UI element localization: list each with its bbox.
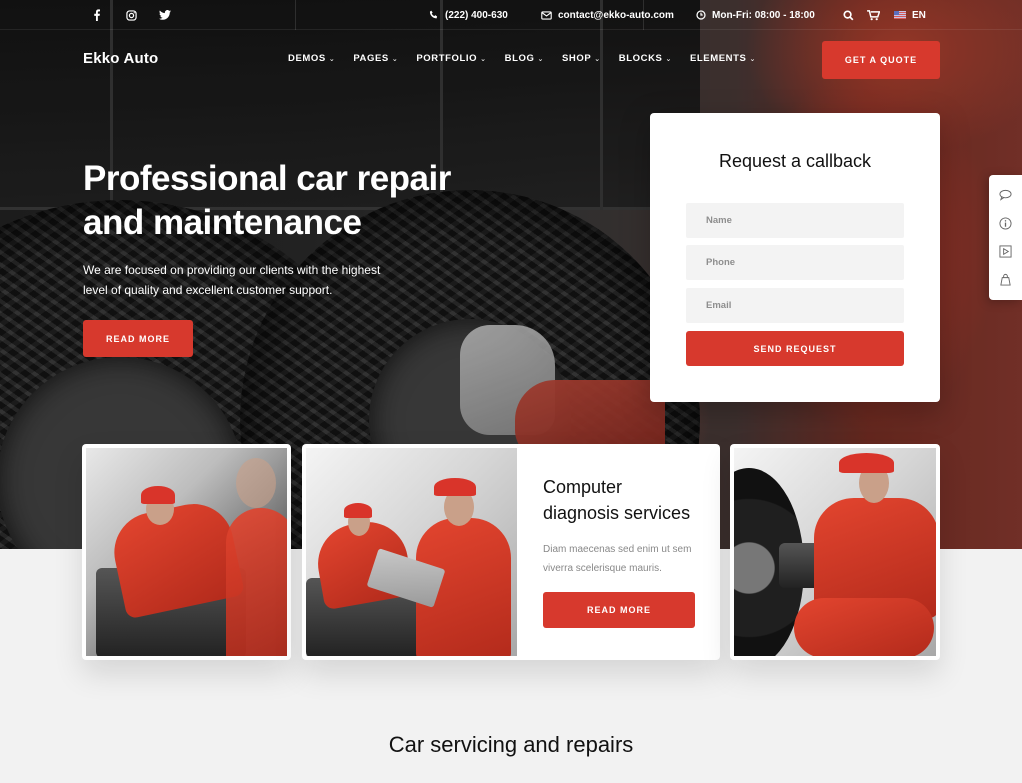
nav-item-portfolio[interactable]: PORTFOLIO ⌄ — [416, 53, 486, 64]
side-toolbar — [989, 175, 1022, 300]
chevron-down-icon: ⌄ — [594, 55, 601, 63]
card-title: Computer diagnosis services — [543, 477, 691, 523]
email-field[interactable] — [686, 288, 904, 323]
language-label: EN — [912, 9, 926, 21]
nav-label: ELEMENTS — [689, 53, 747, 64]
nav-item-elements[interactable]: ELEMENTS ⌄ — [690, 53, 756, 64]
nav-item-shop[interactable]: SHOP ⌄ — [562, 53, 601, 64]
chevron-down-icon: ⌄ — [749, 55, 756, 63]
nav-label: SHOP — [561, 53, 592, 64]
get-a-quote-button[interactable]: GET A QUOTE — [822, 41, 940, 79]
envelope-icon — [541, 10, 552, 20]
card-description: Diam maecenas sed enim ut sem viverra sc… — [543, 544, 692, 574]
service-card[interactable] — [82, 444, 291, 660]
email-address: contact@ekko-auto.com — [558, 9, 674, 21]
nav-label: DEMOS — [288, 53, 326, 64]
social-links — [88, 0, 174, 30]
chevron-down-icon: ⌄ — [328, 55, 336, 63]
shopping-bag-icon[interactable] — [997, 271, 1015, 289]
nav-item-pages[interactable]: PAGES ⌄ — [353, 53, 398, 64]
hero-title: Professional car repair and maintenance — [83, 159, 451, 242]
send-request-button[interactable]: SEND REQUEST — [686, 331, 904, 366]
instagram-icon[interactable] — [122, 6, 140, 24]
phone-contact[interactable]: (222) 400-630 — [429, 0, 508, 30]
cart-button[interactable] — [867, 0, 880, 30]
nav-label: PAGES — [353, 53, 389, 64]
top-bar: (222) 400-630 contact@ekko-auto.com Mon-… — [0, 0, 1022, 30]
twitter-icon[interactable] — [156, 6, 174, 24]
phone-icon — [429, 10, 438, 19]
nav-item-blocks[interactable]: BLOCKS ⌄ — [619, 53, 672, 64]
us-flag-icon — [894, 11, 906, 19]
nav-label: BLOG — [504, 53, 535, 64]
chat-icon[interactable] — [997, 186, 1015, 204]
nav-item-demos[interactable]: DEMOS ⌄ — [288, 53, 335, 64]
nav-label: PORTFOLIO — [416, 53, 478, 64]
chevron-down-icon: ⌄ — [480, 55, 487, 63]
nav-label: BLOCKS — [618, 53, 663, 64]
hero-subtitle: We are focused on providing our clients … — [83, 263, 381, 297]
search-icon — [843, 9, 854, 20]
info-icon[interactable] — [997, 214, 1015, 232]
email-contact[interactable]: contact@ekko-auto.com — [541, 0, 674, 30]
facebook-icon[interactable] — [88, 6, 106, 24]
chevron-down-icon: ⌄ — [537, 55, 544, 63]
cart-icon — [867, 9, 880, 20]
mechanic-wheel-photo — [734, 448, 936, 656]
hours-text: Mon-Fri: 08:00 - 18:00 — [712, 9, 815, 21]
featured-card-content: Computer diagnosis services Diam maecena… — [543, 474, 703, 578]
phone-number: (222) 400-630 — [445, 9, 508, 21]
search-button[interactable] — [843, 0, 854, 30]
divider — [295, 0, 296, 30]
callback-form-title: Request a callback — [718, 151, 872, 171]
section-title: Car servicing and repairs — [388, 732, 634, 757]
nav-item-blog[interactable]: BLOG ⌄ — [505, 53, 544, 64]
mechanic-engine-photo — [86, 448, 287, 656]
mechanic-laptop-photo — [306, 448, 517, 656]
clock-icon — [696, 10, 706, 20]
opening-hours: Mon-Fri: 08:00 - 18:00 — [696, 0, 815, 30]
chevron-down-icon: ⌄ — [665, 55, 672, 63]
hero-read-more-button[interactable]: READ MORE — [83, 320, 193, 357]
chevron-down-icon: ⌄ — [391, 55, 399, 63]
card-read-more-button[interactable]: READ MORE — [543, 592, 695, 628]
site-logo[interactable]: Ekko Auto — [83, 50, 158, 67]
video-icon[interactable] — [997, 243, 1015, 261]
language-selector[interactable]: EN — [894, 0, 926, 30]
phone-field[interactable] — [686, 245, 904, 280]
service-card[interactable] — [730, 444, 940, 660]
service-card-featured: Computer diagnosis services Diam maecena… — [302, 444, 720, 660]
name-field[interactable] — [686, 203, 904, 238]
callback-form: Request a callback SEND REQUEST — [650, 113, 940, 402]
main-nav: DEMOS ⌄ PAGES ⌄ PORTFOLIO ⌄ BLOG ⌄ SHOP ⌄ BLO… — [288, 53, 756, 64]
